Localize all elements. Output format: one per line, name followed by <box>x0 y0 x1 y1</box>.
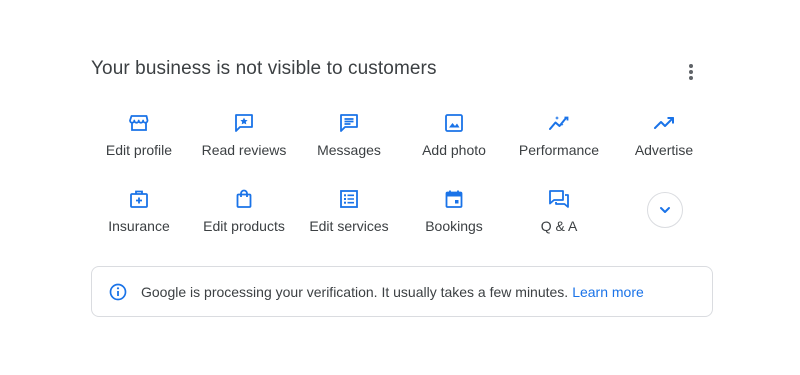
storefront-icon <box>128 112 150 134</box>
bookings-button[interactable]: Bookings <box>394 188 514 234</box>
performance-button[interactable]: Performance <box>499 112 619 158</box>
advertise-button[interactable]: Advertise <box>604 112 724 158</box>
shopping-bag-icon <box>233 188 255 210</box>
performance-label: Performance <box>518 142 600 158</box>
expand-actions-button[interactable] <box>647 192 683 228</box>
learn-more-link[interactable]: Learn more <box>572 284 644 300</box>
insurance-button[interactable]: Insurance <box>79 188 199 234</box>
trending-up-icon <box>653 112 675 134</box>
more-options-button[interactable] <box>678 58 704 86</box>
notice-message: Google is processing your verification. … <box>141 283 569 300</box>
edit-products-button[interactable]: Edit products <box>184 188 304 234</box>
bookings-label: Bookings <box>425 218 483 234</box>
q-and-a-label: Q & A <box>540 218 578 234</box>
review-icon <box>233 112 255 134</box>
card-title: Your business is not visible to customer… <box>91 58 437 79</box>
edit-services-label: Edit services <box>309 218 389 234</box>
read-reviews-button[interactable]: Read reviews <box>184 112 304 158</box>
edit-products-label: Edit products <box>203 218 285 234</box>
info-icon <box>109 283 127 301</box>
business-card: Your business is not visible to customer… <box>0 0 800 375</box>
q-and-a-button[interactable]: Q & A <box>499 188 619 234</box>
read-reviews-label: Read reviews <box>201 142 287 158</box>
insurance-label: Insurance <box>108 218 170 234</box>
message-icon <box>338 112 360 134</box>
more-vert-icon <box>689 64 693 80</box>
calendar-icon <box>443 188 465 210</box>
medical-bag-icon <box>128 188 150 210</box>
chevron-down-icon <box>660 207 670 213</box>
advertise-label: Advertise <box>634 142 694 158</box>
add-photo-label: Add photo <box>422 142 486 158</box>
forum-icon <box>548 188 570 210</box>
list-icon <box>338 188 360 210</box>
edit-profile-button[interactable]: Edit profile <box>79 112 199 158</box>
edit-services-button[interactable]: Edit services <box>289 188 409 234</box>
performance-icon <box>548 112 570 134</box>
verification-notice: Google is processing your verification. … <box>91 266 713 317</box>
add-photo-button[interactable]: Add photo <box>394 112 514 158</box>
photo-icon <box>443 112 465 134</box>
edit-profile-label: Edit profile <box>105 142 173 158</box>
messages-label: Messages <box>317 142 381 158</box>
messages-button[interactable]: Messages <box>289 112 409 158</box>
